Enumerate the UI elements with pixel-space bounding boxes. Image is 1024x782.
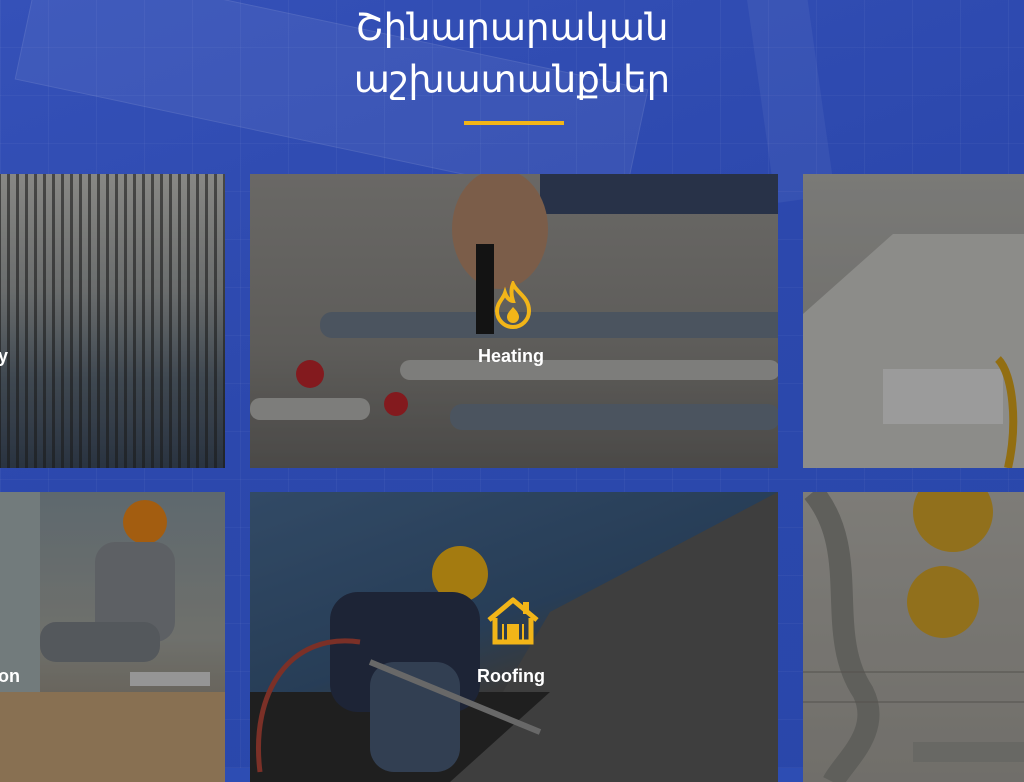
service-card-label: Roofing <box>477 666 545 686</box>
section-title-line2: աշխատանքներ <box>353 58 671 101</box>
service-card-heating[interactable]: Heating <box>250 174 778 468</box>
title-underline <box>464 121 564 125</box>
section-title-line1: Շինարարական <box>355 6 669 49</box>
flame-icon <box>494 281 532 329</box>
service-card-label: on <box>0 666 20 686</box>
service-card-flooring[interactable]: on <box>0 492 225 782</box>
service-card-label: Heating <box>478 346 545 366</box>
house-icon <box>487 597 539 645</box>
service-card-label: y <box>0 346 9 366</box>
service-card-electrical[interactable]: y <box>0 174 225 468</box>
service-card-roofing[interactable]: Roofing <box>250 492 778 782</box>
service-card-right-bottom[interactable] <box>803 492 1024 782</box>
section-title: Շինարարական աշխատանքներ <box>0 2 1024 106</box>
service-card-right-top[interactable] <box>803 174 1024 468</box>
section-header: Շինարարական աշխատանքներ <box>0 0 1024 106</box>
